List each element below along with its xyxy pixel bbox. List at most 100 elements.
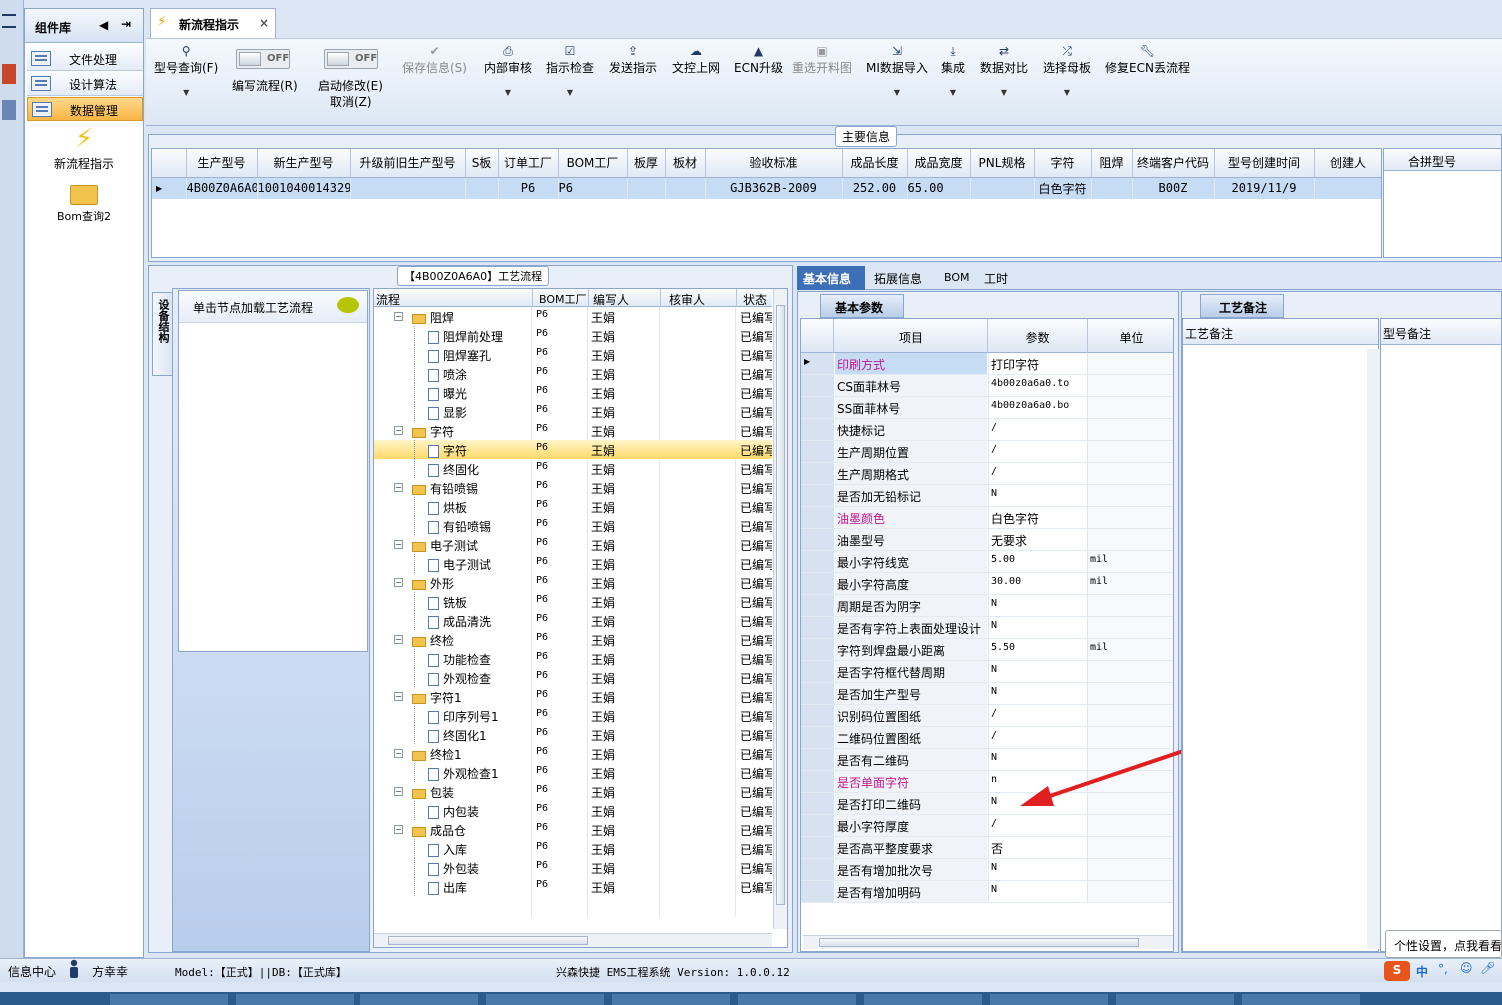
param-row[interactable]: 最小字符厚度 /	[801, 815, 1173, 837]
param-row[interactable]: 是否字符框代替周期 N	[801, 661, 1173, 683]
table-cell[interactable]: P6	[558, 177, 628, 199]
tree-vertical-scrollbar[interactable]	[773, 289, 787, 929]
fix-ecn-lost-process-button[interactable]: 🔧︎ 修复ECN丢流程	[1105, 43, 1190, 76]
param-row[interactable]: 最小字符高度 30.00 mil	[801, 573, 1173, 595]
param-row[interactable]: CS面菲林号 4b00z0a6a0.to	[801, 375, 1173, 397]
tree-row[interactable]: 外包装 P6 王娟 已编写	[374, 858, 772, 877]
tree-horizontal-scrollbar[interactable]	[374, 933, 772, 947]
param-row[interactable]: 周期是否为阴字 N	[801, 595, 1173, 617]
tree-row[interactable]: 终固化1 P6 王娟 已编写	[374, 725, 772, 744]
column-header[interactable]: 订单工厂	[498, 149, 559, 178]
column-header[interactable]: BOM工厂	[558, 149, 628, 178]
table-cell[interactable]	[350, 177, 466, 199]
table-cell[interactable]: 2019/11/9	[1214, 177, 1315, 199]
column-header[interactable]: 验收标准	[705, 149, 843, 178]
pin-icon[interactable]: ⇥	[121, 17, 131, 31]
info-center-link[interactable]: 信息中心	[8, 963, 56, 980]
param-row[interactable]: 是否有增加明码 N	[801, 881, 1173, 903]
model-query-button[interactable]: ⚲ 型号查询(F) ▼	[154, 43, 218, 97]
table-cell[interactable]: 白色字符	[1034, 177, 1092, 199]
table-cell[interactable]: 4B00Z0A6A0	[186, 177, 258, 199]
column-header[interactable]: 生产型号	[186, 149, 258, 178]
param-row[interactable]: 油墨颜色 白色字符	[801, 507, 1173, 529]
taskbar-item[interactable]	[864, 994, 982, 1005]
tree-row[interactable]: 阻焊塞孔 P6 王娟 已编写	[374, 345, 772, 364]
scrollbar-thumb[interactable]	[776, 305, 785, 905]
tree-row[interactable]: − 包装 P6 王娟 已编写	[374, 782, 772, 801]
column-header[interactable]: 板厚	[627, 149, 666, 178]
param-row[interactable]: 生产周期位置 /	[801, 441, 1173, 463]
table-cell[interactable]	[627, 177, 666, 199]
tab-basic-info[interactable]: 基本信息	[797, 266, 865, 290]
taskbar-item[interactable]	[612, 994, 730, 1005]
chevron-down-icon[interactable]: ▼	[941, 88, 965, 97]
param-row[interactable]: ▶ 印刷方式 打印字符	[801, 353, 1173, 375]
column-header[interactable]: S板	[465, 149, 499, 178]
tree-row[interactable]: − 终检 P6 王娟 已编写	[374, 630, 772, 649]
device-structure-list[interactable]: 单击节点加载工艺流程	[178, 290, 368, 652]
cancel-label[interactable]: 取消(Z)	[330, 93, 372, 110]
menu-icon[interactable]	[2, 14, 16, 28]
tree-row[interactable]: 印序列号1 P6 王娟 已编写	[374, 706, 772, 725]
internal-review-button[interactable]: ⎙ 内部审核 ▼	[484, 43, 532, 97]
collapse-toggle-icon[interactable]: −	[394, 578, 403, 587]
param-value[interactable]: N	[988, 595, 1086, 616]
tree-row[interactable]: 阻焊前处理 P6 王娟 已编写	[374, 326, 772, 345]
instruction-check-button[interactable]: ☑ 指示检查 ▼	[546, 43, 594, 97]
collapse-toggle-icon[interactable]: −	[394, 787, 403, 796]
taskbar-item[interactable]	[990, 994, 1108, 1005]
taskbar-item[interactable]	[1242, 994, 1360, 1005]
param-row[interactable]: 是否有增加批次号 N	[801, 859, 1173, 881]
collapse-toggle-icon[interactable]: −	[394, 426, 403, 435]
param-row[interactable]: 生产周期格式 /	[801, 463, 1173, 485]
column-header[interactable]: 升级前旧生产型号	[350, 149, 466, 178]
param-value[interactable]: 无要求	[988, 529, 1086, 550]
ecn-upgrade-button[interactable]: ▲ ECN升级	[734, 43, 783, 76]
tab-new-process[interactable]: ⚡ 新流程指示 ×	[150, 8, 276, 38]
param-row[interactable]: 油墨型号 无要求	[801, 529, 1173, 551]
param-value[interactable]: /	[988, 441, 1086, 462]
param-value[interactable]: 否	[988, 837, 1086, 858]
params-horizontal-scrollbar[interactable]	[803, 935, 1173, 949]
table-cell[interactable]: 252.00	[842, 177, 908, 199]
tree-row[interactable]: 烘板 P6 王娟 已编写	[374, 497, 772, 516]
param-row[interactable]: 快捷标记 /	[801, 419, 1173, 441]
table-cell[interactable]	[465, 177, 499, 199]
start-modify-toggle[interactable]: OFF	[324, 49, 378, 69]
taskbar-item[interactable]	[236, 994, 354, 1005]
send-instruction-button[interactable]: ⇪ 发送指示	[609, 43, 657, 76]
tree-row[interactable]: 功能检查 P6 王娟 已编写	[374, 649, 772, 668]
column-header[interactable]: 成品长度	[842, 149, 908, 178]
taskbar-item[interactable]	[738, 994, 856, 1005]
param-value[interactable]: /	[988, 463, 1086, 484]
punctuation-icon[interactable]: °,	[1438, 962, 1448, 976]
param-row[interactable]: 最小字符线宽 5.00 mil	[801, 551, 1173, 573]
collapse-left-icon[interactable]: ◀	[99, 18, 108, 32]
table-cell[interactable]: 65.00	[907, 177, 971, 199]
column-header[interactable]: PNL规格	[970, 149, 1035, 178]
tab-device-structure[interactable]: 设备结构	[152, 292, 174, 376]
chevron-down-icon[interactable]: ▼	[866, 88, 928, 97]
param-row[interactable]: 识别码位置图纸 /	[801, 705, 1173, 727]
tree-row[interactable]: − 阻焊 P6 王娟 已编写	[374, 307, 772, 326]
mi-data-import-button[interactable]: ⇲ MI数据导入 ▼	[866, 43, 928, 97]
tree-row[interactable]: 成品清洗 P6 王娟 已编写	[374, 611, 772, 630]
column-header[interactable]: 阻焊	[1091, 149, 1133, 178]
tree-row[interactable]: 铣板 P6 王娟 已编写	[374, 592, 772, 611]
emoji-icon[interactable]: ☺	[1460, 961, 1473, 975]
table-cell[interactable]	[1314, 177, 1381, 199]
table-cell[interactable]	[970, 177, 1035, 199]
tree-row[interactable]: − 字符1 P6 王娟 已编写	[374, 687, 772, 706]
tree-row[interactable]: − 终检1 P6 王娟 已编写	[374, 744, 772, 763]
chevron-down-icon[interactable]: ▼	[1043, 88, 1091, 97]
param-value[interactable]: N	[988, 683, 1086, 704]
taskbar-item[interactable]	[110, 994, 228, 1005]
table-cell[interactable]: 10010400143299	[257, 177, 351, 199]
param-value[interactable]: N	[988, 485, 1086, 506]
tab-bom[interactable]: BOM	[944, 271, 970, 284]
tree-row[interactable]: 喷涂 P6 王娟 已编写	[374, 364, 772, 383]
param-value[interactable]: N	[988, 881, 1086, 902]
param-row[interactable]: SS面菲林号 4b00z0a6a0.bo	[801, 397, 1173, 419]
doc-control-online-button[interactable]: ☁ 文控上网	[672, 43, 720, 76]
tree-row[interactable]: 内包装 P6 王娟 已编写	[374, 801, 772, 820]
